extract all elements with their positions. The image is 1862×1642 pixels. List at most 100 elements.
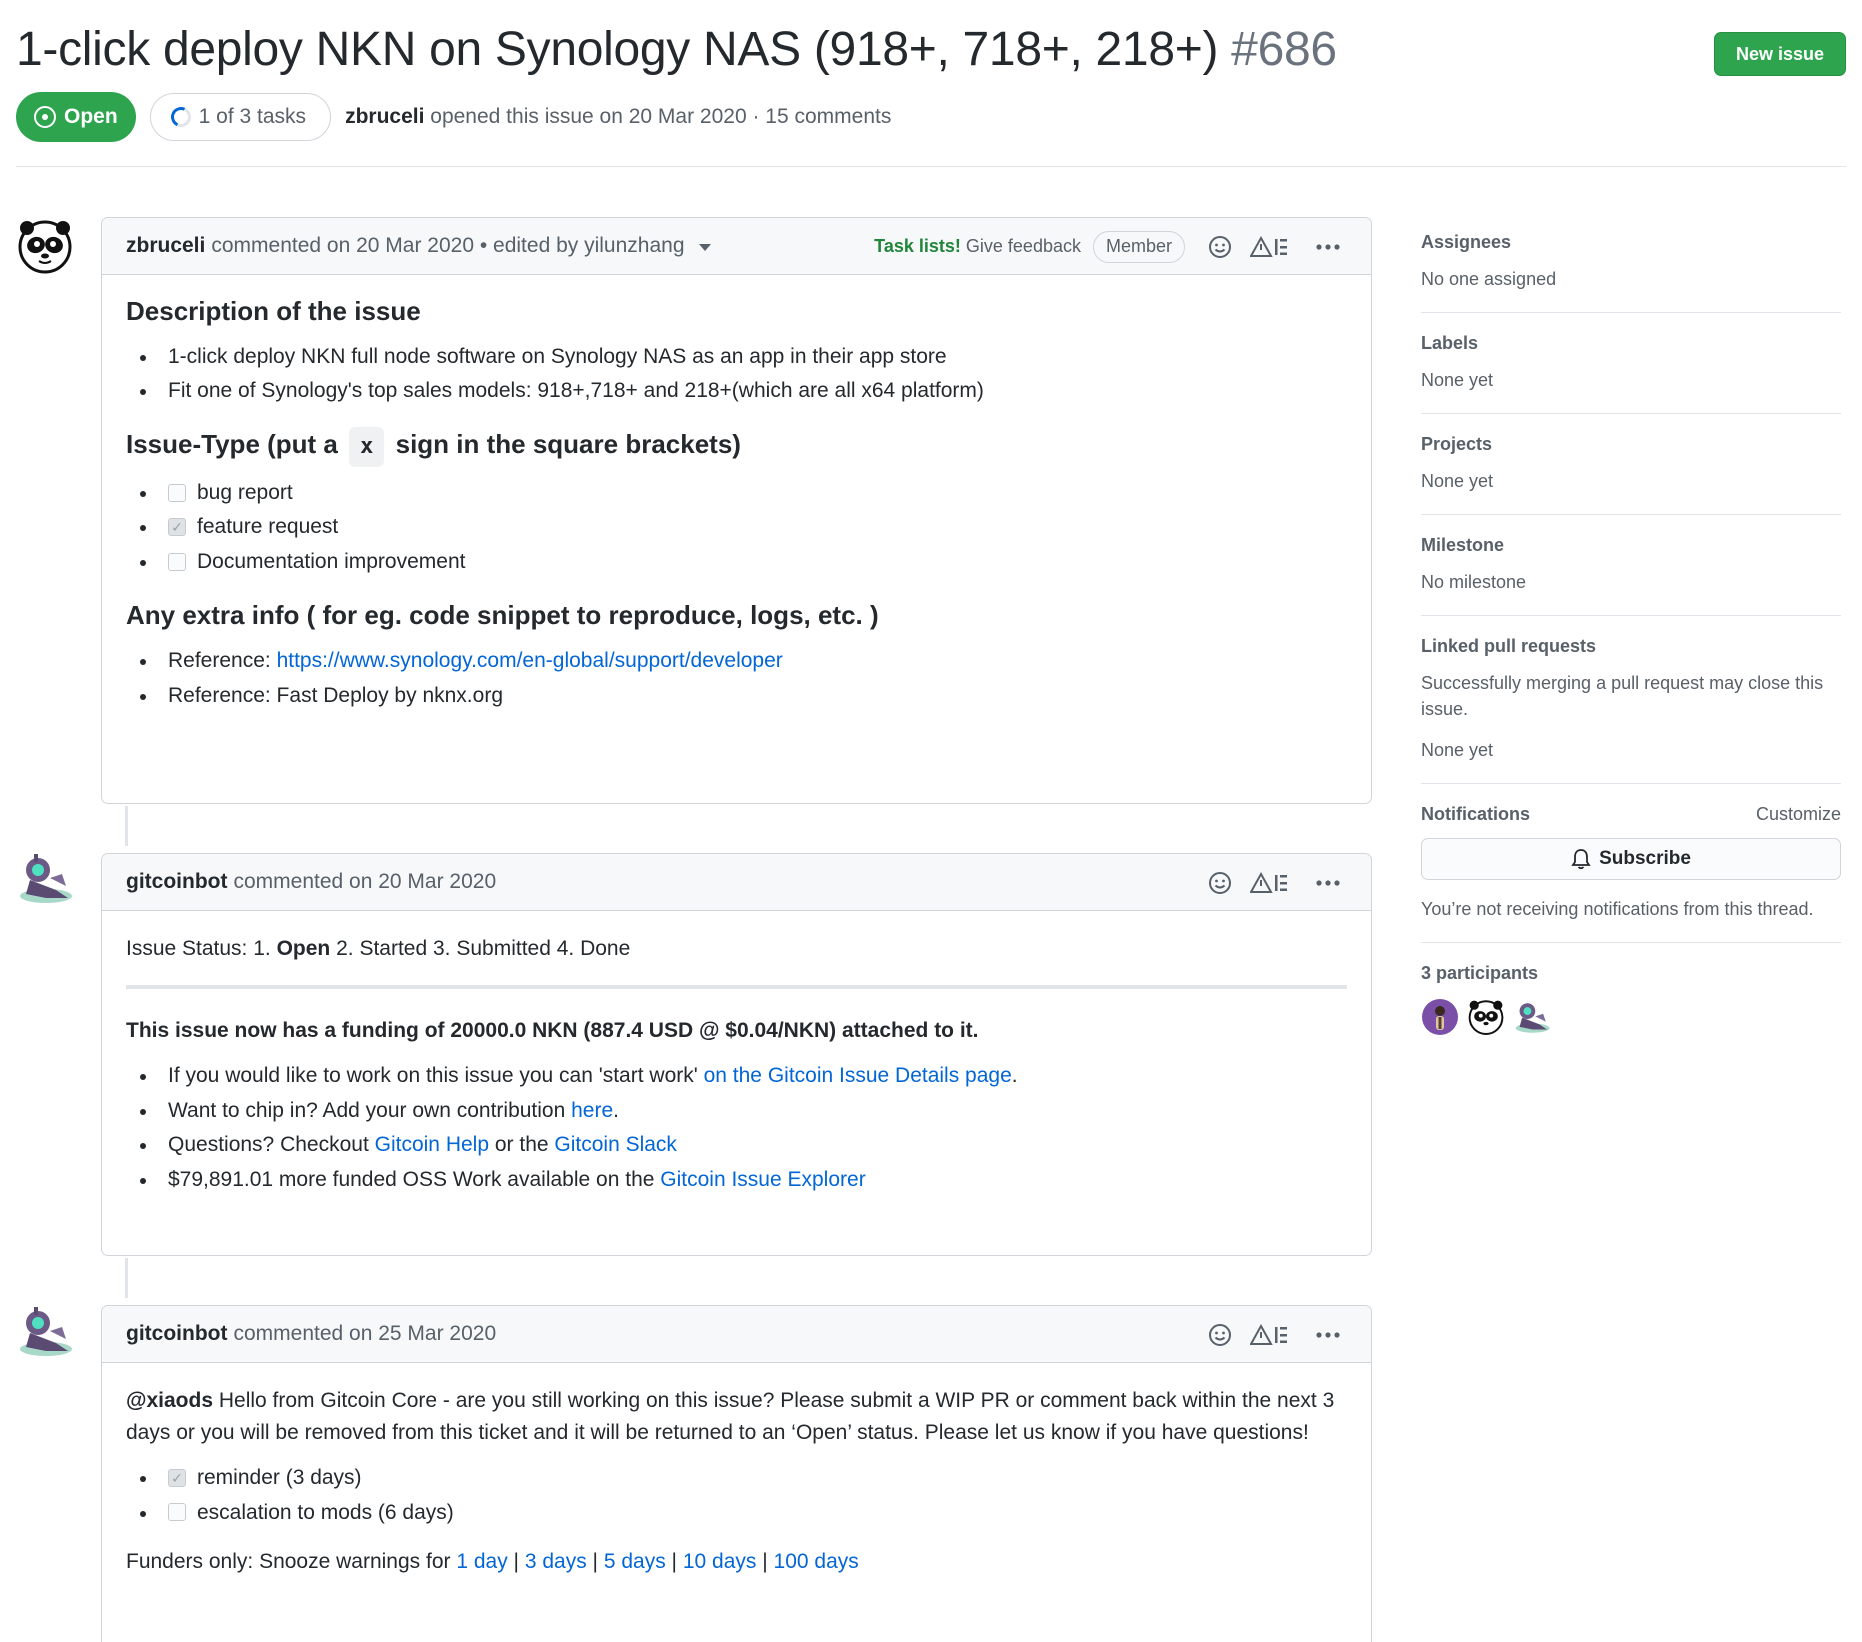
- synology-developer-link[interactable]: https://www.synology.com/en-global/suppo…: [277, 649, 783, 672]
- gitcoin-slack-link[interactable]: Gitcoin Slack: [554, 1133, 677, 1156]
- triangle-icon[interactable]: [1247, 867, 1293, 899]
- checkbox[interactable]: [168, 483, 186, 502]
- comment-actions: [1203, 1306, 1345, 1363]
- tasks-progress-label: 1 of 3 tasks: [198, 105, 307, 128]
- comment-author[interactable]: gitcoinbot: [126, 870, 227, 894]
- checkbox-checked[interactable]: ✓: [168, 1468, 186, 1487]
- smiley-icon[interactable]: [1203, 231, 1237, 263]
- sidebar-title[interactable]: Linked pull requests: [1421, 636, 1841, 657]
- more-options-icon[interactable]: [1311, 231, 1345, 263]
- heading-text: sign in the square brackets): [395, 428, 741, 459]
- new-issue-button[interactable]: New issue: [1714, 32, 1846, 76]
- snooze-100-days-link[interactable]: 100 days: [774, 1550, 859, 1573]
- task-label: escalation to mods (6 days): [197, 1500, 454, 1524]
- panda-avatar-icon: [1468, 1000, 1504, 1035]
- separator: |: [665, 1550, 683, 1573]
- user-mention[interactable]: @xiaods: [126, 1389, 213, 1412]
- chevron-down-icon[interactable]: [698, 244, 711, 251]
- comment-author[interactable]: gitcoinbot: [126, 1322, 227, 1346]
- sidebar-desc: Successfully merging a pull request may …: [1421, 673, 1824, 720]
- give-feedback-link[interactable]: Give feedback: [966, 236, 1081, 256]
- robot-avatar-icon: [1515, 1002, 1550, 1033]
- issue-title-text: 1-click deploy NKN on Synology NAS (918+…: [16, 23, 1219, 76]
- item-text: Want to chip in? Add your own contributi…: [168, 1098, 572, 1122]
- contribution-link[interactable]: here: [571, 1099, 613, 1122]
- snooze-5-days-link[interactable]: 5 days: [604, 1550, 666, 1573]
- snooze-10-days-link[interactable]: 10 days: [683, 1550, 757, 1573]
- sidebar-assignees[interactable]: Assignees No one assigned: [1421, 210, 1841, 314]
- subscribe-button[interactable]: Subscribe: [1421, 837, 1841, 880]
- task-lists-label: Task lists!: [874, 236, 961, 256]
- person-avatar-icon: [1422, 998, 1458, 1035]
- sidebar-milestone[interactable]: Milestone No milestone: [1421, 515, 1841, 617]
- sidebar-title[interactable]: Milestone: [1421, 535, 1841, 556]
- list-item: Want to chip in? Add your own contributi…: [140, 1095, 1347, 1127]
- notifications-note: You’re not receiving notifications from …: [1421, 898, 1814, 919]
- list-item: Questions? Checkout Gitcoin Help or the …: [140, 1129, 1347, 1161]
- snooze-label: Funders only: Snooze warnings for: [126, 1550, 457, 1573]
- sidebar-title[interactable]: Projects: [1421, 434, 1841, 455]
- list-item: Fit one of Synology's top sales models: …: [140, 375, 1347, 407]
- sidebar-title[interactable]: Labels: [1421, 333, 1841, 354]
- task-lists-feedback: Task lists! Give feedback: [874, 236, 1081, 257]
- reference-list: Reference: https://www.synology.com/en-g…: [126, 645, 1347, 711]
- sidebar-projects[interactable]: Projects None yet: [1421, 414, 1841, 516]
- item-text: $79,891.01 more funded OSS Work availabl…: [168, 1167, 661, 1191]
- gitcoin-explorer-link[interactable]: Gitcoin Issue Explorer: [660, 1168, 865, 1191]
- comment-header: gitcoinbot commented on 20 Mar 2020: [102, 854, 1371, 911]
- triangle-icon[interactable]: [1247, 231, 1293, 263]
- status-badge-label: Open: [64, 105, 118, 128]
- avatar-gitcoinbot[interactable]: [16, 1303, 74, 1361]
- issue-number: #686: [1231, 23, 1337, 76]
- customize-link[interactable]: Customize: [1756, 804, 1841, 825]
- tasks-progress[interactable]: 1 of 3 tasks: [149, 93, 332, 141]
- sidebar-value: No milestone: [1421, 572, 1527, 593]
- issue-author-link[interactable]: zbruceli: [345, 105, 424, 128]
- participant-avatar[interactable]: [1467, 998, 1505, 1036]
- status-text: Issue Status: 1.: [126, 937, 277, 960]
- heading-text: Issue-Type (put a: [126, 428, 338, 459]
- more-options-icon[interactable]: [1311, 867, 1345, 899]
- comment-card: zbruceli commented on 20 Mar 2020 • edit…: [101, 217, 1372, 804]
- comment-meta[interactable]: commented on 20 Mar 2020: [233, 870, 496, 894]
- subscribe-label: Subscribe: [1599, 847, 1691, 869]
- gitcoin-help-link[interactable]: Gitcoin Help: [375, 1133, 489, 1156]
- issue-opened-text: zbruceli opened this issue on 20 Mar 202…: [345, 105, 891, 129]
- triangle-icon[interactable]: [1247, 1319, 1293, 1351]
- sidebar-title: Notifications Customize: [1421, 804, 1841, 825]
- participant-avatar[interactable]: [1513, 998, 1551, 1036]
- more-options-icon[interactable]: [1311, 1319, 1345, 1351]
- snooze-1-day-link[interactable]: 1 day: [456, 1550, 507, 1573]
- smiley-icon[interactable]: [1203, 1319, 1237, 1351]
- sidebar-title[interactable]: Assignees: [1421, 232, 1841, 253]
- smiley-icon[interactable]: [1203, 867, 1237, 899]
- status-text: 2. Started 3. Submitted 4. Done: [330, 937, 631, 960]
- issue-title: 1-click deploy NKN on Synology NAS (918+…: [16, 22, 1337, 77]
- avatar-zbruceli[interactable]: [16, 217, 74, 275]
- comment-card: gitcoinbot commented on 25 Mar 2020 @xia…: [101, 1305, 1372, 1642]
- comment-meta[interactable]: commented on 25 Mar 2020: [233, 1322, 496, 1346]
- task-label: feature request: [197, 515, 339, 539]
- comment-author[interactable]: zbruceli: [126, 234, 205, 258]
- sidebar-linked-prs[interactable]: Linked pull requests Successfully mergin…: [1421, 616, 1841, 784]
- participant-avatar[interactable]: [1421, 998, 1459, 1036]
- gitcoin-issue-details-link[interactable]: on the Gitcoin Issue Details page: [704, 1064, 1012, 1087]
- comment-meta[interactable]: commented on 20 Mar 2020 • edited by yil…: [211, 234, 684, 258]
- task-label: bug report: [197, 480, 293, 504]
- item-text: .: [1011, 1064, 1018, 1087]
- robot-avatar-icon: [20, 1307, 72, 1356]
- avatar-gitcoinbot[interactable]: [16, 850, 74, 908]
- item-text: Questions? Checkout: [168, 1133, 375, 1156]
- funding-text: This issue now has a funding of 20000.0 …: [126, 1018, 979, 1042]
- sidebar-labels[interactable]: Labels None yet: [1421, 313, 1841, 415]
- checkbox[interactable]: [168, 552, 186, 571]
- issue-opened-details: opened this issue on 20 Mar 2020 · 15 co…: [430, 105, 892, 128]
- checkbox[interactable]: [168, 1503, 186, 1522]
- snooze-3-days-link[interactable]: 3 days: [525, 1550, 587, 1573]
- checkbox-checked[interactable]: ✓: [168, 518, 186, 537]
- status-badge: Open: [16, 92, 136, 142]
- timeline-connector: [125, 806, 128, 846]
- issue-open-icon: [34, 106, 56, 128]
- issue-type-task-list: bug report ✓ feature request Documentatio…: [126, 477, 1347, 578]
- sidebar-notifications: Notifications Customize Subscribe You’re …: [1421, 784, 1841, 943]
